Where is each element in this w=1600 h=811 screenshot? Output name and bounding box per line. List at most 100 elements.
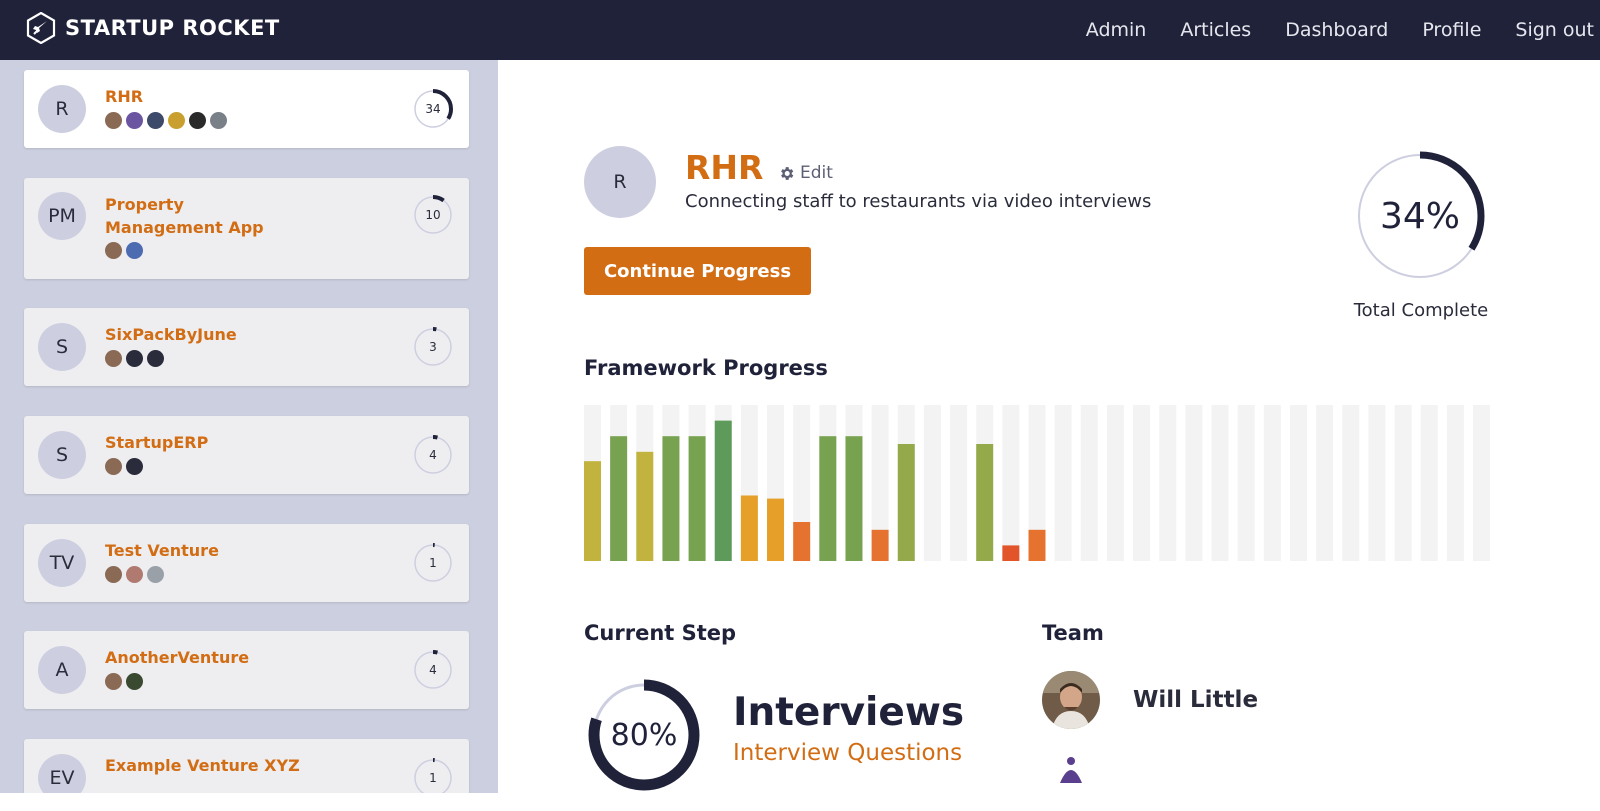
framework-bar[interactable] (610, 436, 628, 561)
venture-avatar: TV (38, 539, 86, 587)
edit-venture-link[interactable]: Edit (778, 163, 833, 183)
framework-bar-track (1342, 405, 1360, 561)
team-member-name: Will Little (1133, 687, 1259, 713)
venture-card[interactable]: S SixPackByJune 3 (24, 308, 469, 386)
top-navbar: STARTUP ROCKET Admin Articles Dashboard … (0, 0, 1600, 60)
venture-progress-value: 1 (429, 556, 437, 570)
venture-progress-ring: 10 (413, 195, 453, 235)
framework-bar[interactable] (714, 420, 732, 561)
framework-bar-track (1473, 405, 1490, 561)
member-avatar (168, 112, 185, 129)
venture-progress-ring: 4 (413, 650, 453, 690)
member-avatar (105, 458, 122, 475)
venture-card[interactable]: A AnotherVenture 4 (24, 631, 469, 709)
venture-avatar: R (584, 146, 656, 218)
continue-progress-button[interactable]: Continue Progress (584, 247, 811, 295)
venture-card[interactable]: EV Example Venture XYZ 1 (24, 739, 469, 793)
venture-progress-value: 3 (429, 340, 437, 354)
member-avatar (147, 112, 164, 129)
member-avatar (105, 673, 122, 690)
framework-bar[interactable] (897, 444, 915, 561)
team-member-avatar (1042, 671, 1100, 729)
venture-name[interactable]: StartupERP (105, 431, 305, 454)
framework-bar[interactable] (636, 451, 654, 561)
rocket-logo-icon (26, 12, 56, 44)
framework-bar[interactable] (767, 498, 785, 561)
team-member[interactable] (1042, 753, 1100, 811)
current-step-subtitle[interactable]: Interview Questions (733, 740, 962, 766)
framework-bar-track (1106, 405, 1124, 561)
member-avatar (126, 566, 143, 583)
framework-bar[interactable] (688, 436, 706, 561)
framework-bar-track (1368, 405, 1386, 561)
venture-avatar: A (38, 646, 86, 694)
venture-progress-ring: 3 (413, 327, 453, 367)
venture-card[interactable]: R RHR 34 (24, 70, 469, 148)
framework-bar[interactable] (845, 436, 863, 561)
framework-bar-track (1002, 405, 1020, 561)
venture-card[interactable]: TV Test Venture 1 (24, 524, 469, 602)
venture-progress-ring: 1 (413, 543, 453, 583)
team-member[interactable]: Will Little (1042, 671, 1258, 729)
team-title: Team (1042, 621, 1104, 645)
venture-name[interactable]: Property Management App (105, 193, 305, 239)
framework-bar-track (1289, 405, 1307, 561)
venture-progress-ring: 4 (413, 435, 453, 475)
gear-icon (781, 166, 794, 180)
member-avatar (105, 242, 122, 259)
venture-progress-value: 4 (429, 663, 437, 677)
member-avatar (126, 350, 143, 367)
member-avatar (189, 112, 206, 129)
framework-bar-track (1211, 405, 1229, 561)
framework-bar-track (1316, 405, 1334, 561)
brand-name: STARTUP ROCKET (65, 16, 280, 40)
venture-card[interactable]: PM Property Management App 10 (24, 178, 469, 279)
framework-bar[interactable] (740, 495, 758, 561)
framework-bar-track (1080, 405, 1098, 561)
venture-name[interactable]: RHR (105, 85, 305, 108)
framework-bar[interactable] (976, 444, 994, 561)
framework-bar[interactable] (793, 522, 811, 561)
venture-name[interactable]: Test Venture (105, 539, 305, 562)
venture-avatar: PM (38, 192, 86, 240)
nav-articles[interactable]: Articles (1180, 19, 1251, 41)
framework-bar[interactable] (662, 436, 680, 561)
venture-name[interactable]: SixPackByJune (105, 323, 305, 346)
venture-tagline: Connecting staff to restaurants via vide… (685, 191, 1152, 212)
framework-bar[interactable] (819, 436, 837, 561)
member-avatar (105, 112, 122, 129)
venture-members (105, 350, 164, 367)
member-avatar (147, 566, 164, 583)
framework-bar[interactable] (1028, 529, 1046, 561)
framework-bar[interactable] (584, 461, 601, 561)
member-avatar (105, 566, 122, 583)
framework-bar[interactable] (871, 529, 889, 561)
nav-profile[interactable]: Profile (1422, 19, 1481, 41)
venture-sidebar: R RHR 34 PM Property Management App 10 S SixPac… (0, 60, 498, 793)
framework-bar-track (1054, 405, 1072, 561)
venture-progress-value: 1 (429, 771, 437, 785)
member-avatar (105, 350, 122, 367)
member-avatar (126, 458, 143, 475)
member-avatar (126, 112, 143, 129)
venture-members (105, 242, 143, 259)
nav-sign-out[interactable]: Sign out (1515, 19, 1594, 41)
framework-bar[interactable] (1002, 545, 1020, 561)
current-step-percent: 80% (610, 717, 678, 753)
nav-admin[interactable]: Admin (1086, 19, 1147, 41)
venture-members (105, 673, 143, 690)
total-percent: 34% (1379, 195, 1460, 237)
current-step-name: Interviews (733, 690, 965, 735)
venture-avatar: R (38, 85, 86, 133)
venture-title: RHR (685, 148, 764, 187)
venture-name[interactable]: Example Venture XYZ (105, 754, 305, 777)
brand-logo[interactable]: STARTUP ROCKET (25, 12, 280, 44)
venture-progress-value: 4 (429, 448, 437, 462)
nav-dashboard[interactable]: Dashboard (1285, 19, 1388, 41)
venture-card[interactable]: S StartupERP 4 (24, 416, 469, 494)
venture-name[interactable]: AnotherVenture (105, 646, 305, 669)
venture-members (105, 112, 227, 129)
framework-bar-track (1133, 405, 1151, 561)
member-avatar (147, 350, 164, 367)
framework-bar-track (1420, 405, 1438, 561)
